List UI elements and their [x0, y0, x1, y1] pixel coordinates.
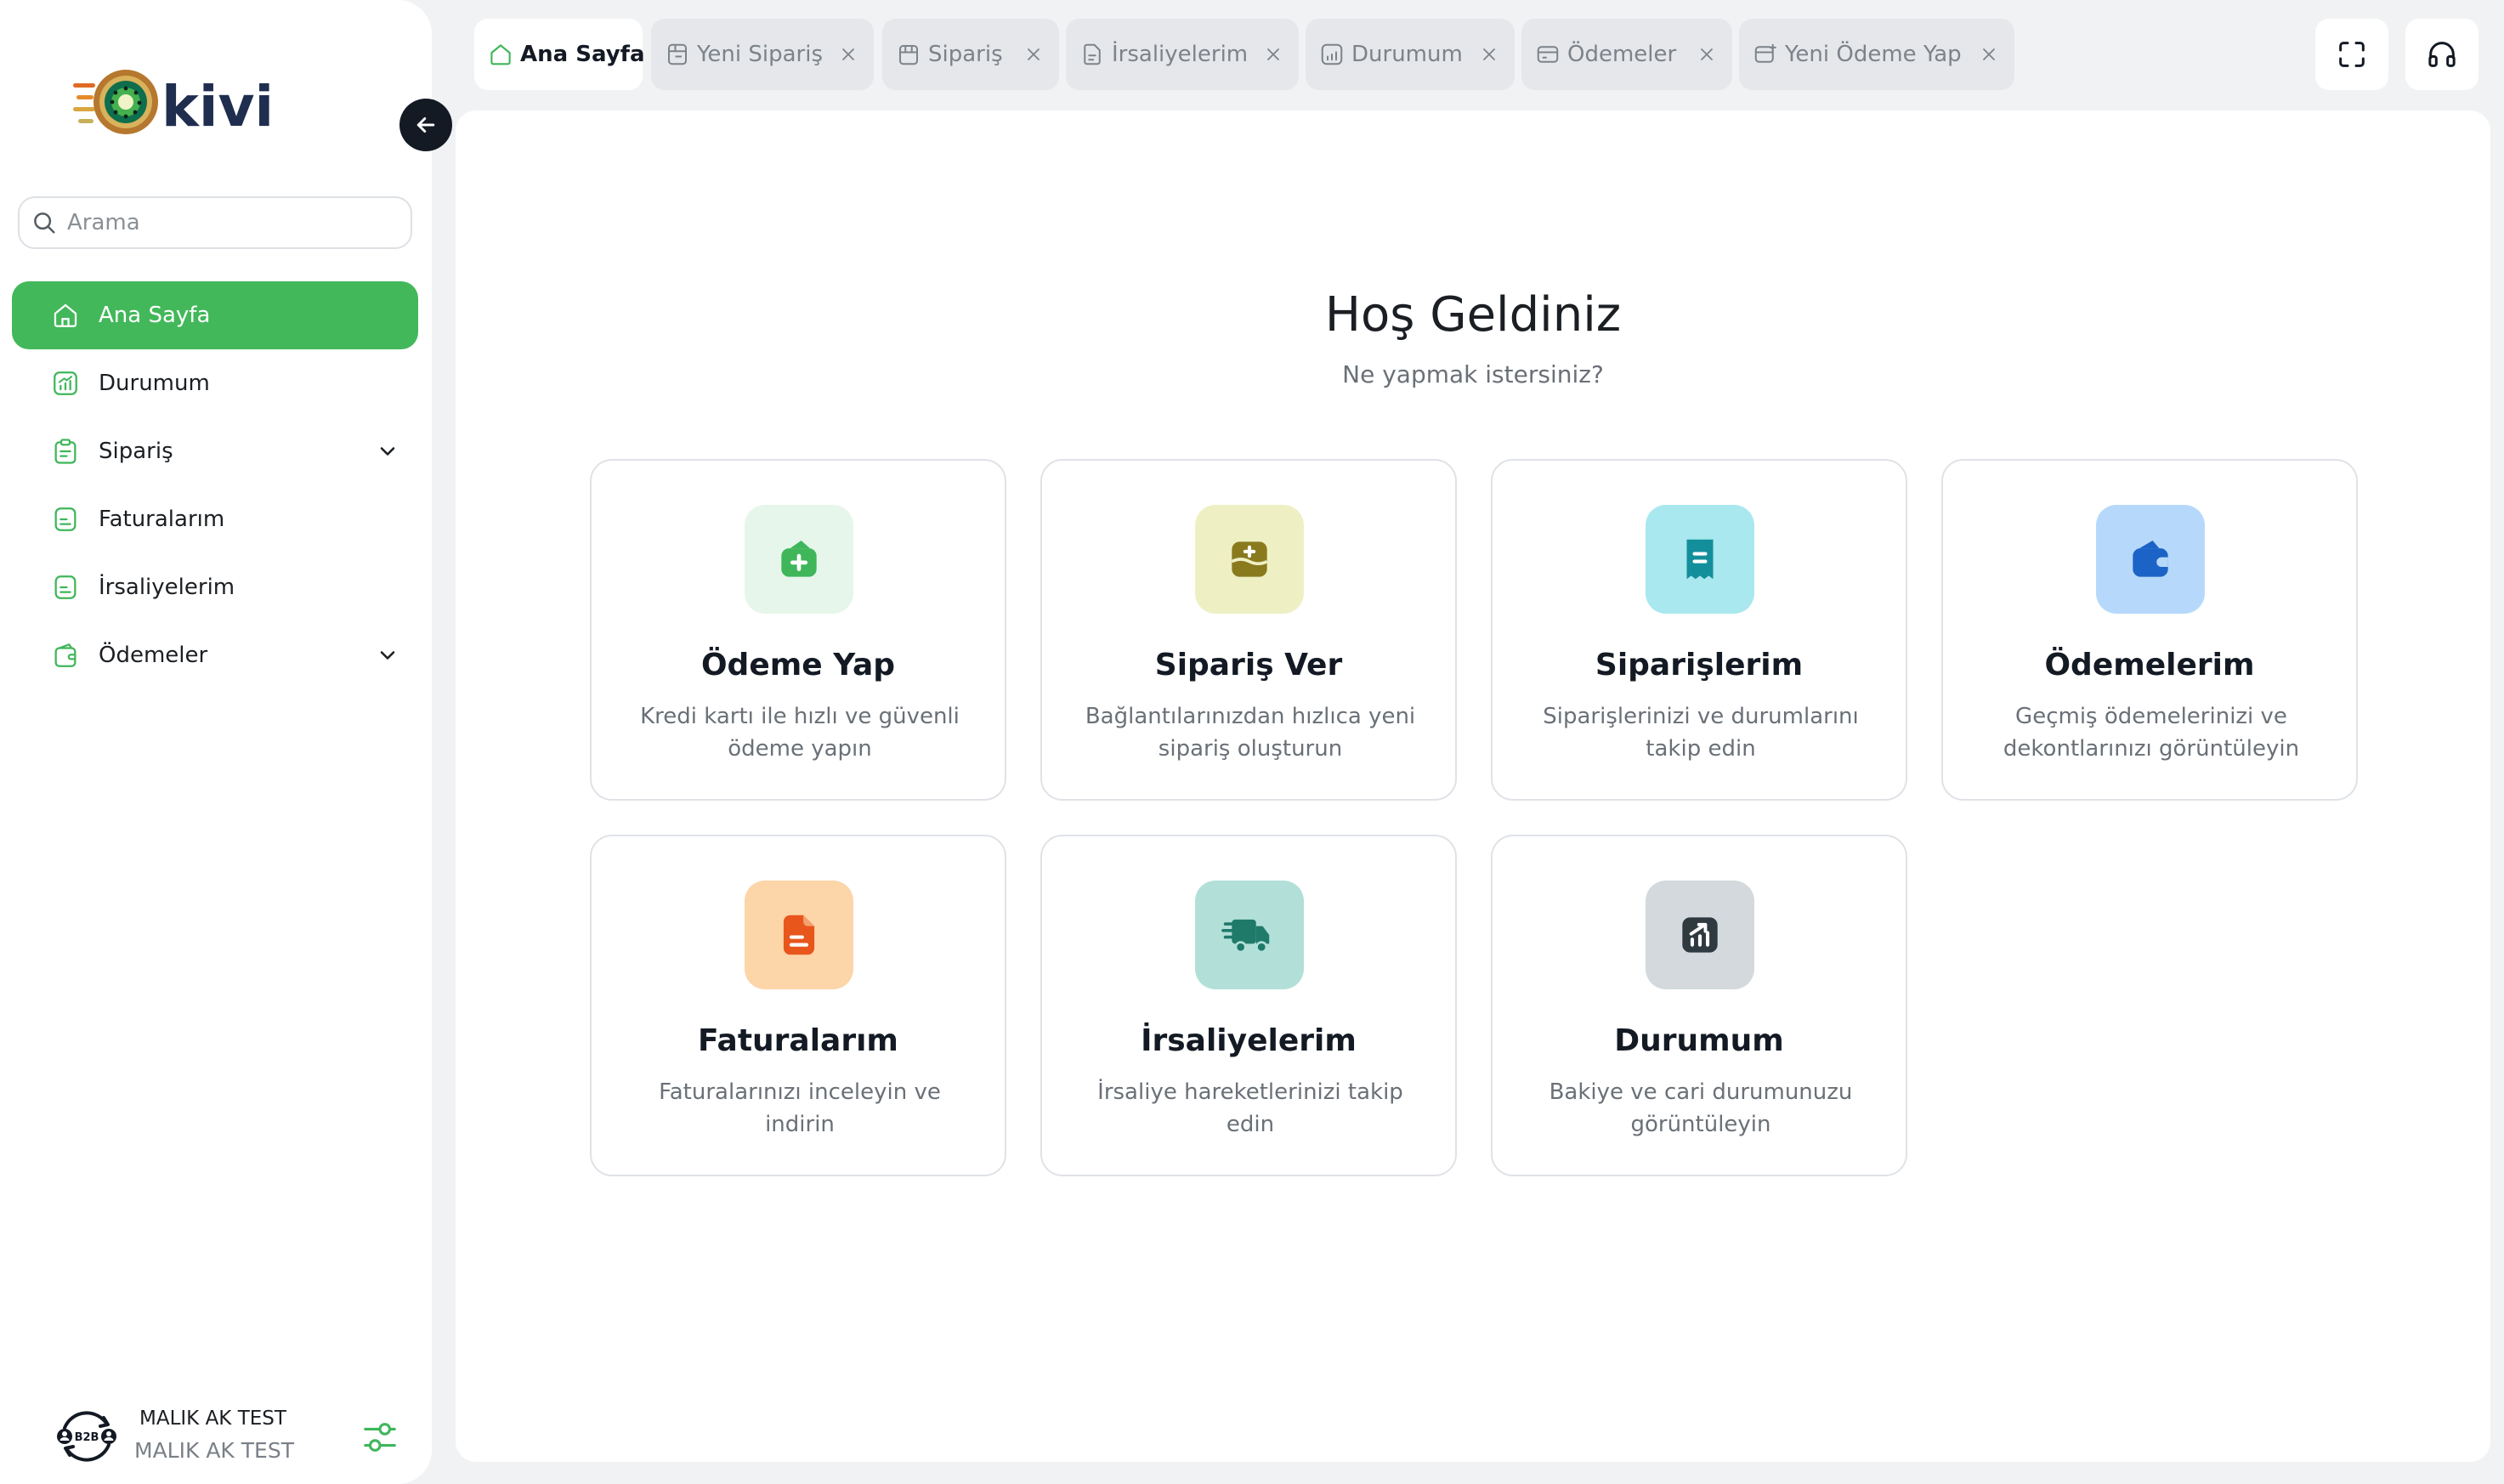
truck-icon — [1195, 881, 1304, 989]
sidebar: kivi Ana Sayfa Durumum Sipariş — [0, 0, 432, 1484]
chart-icon — [54, 371, 77, 395]
close-icon[interactable] — [1263, 44, 1283, 65]
card-odeme-yap[interactable]: Ödeme Yap Kredi kartı ile hızlı ve güven… — [590, 459, 1006, 801]
card-durumum[interactable]: Durumum Bakiye ve cari durumunuzu görünt… — [1491, 835, 1907, 1176]
card-title: Ödeme Yap — [700, 648, 896, 683]
card-siparis-ver[interactable]: Sipariş Ver Bağlantılarınızdan hızlıca y… — [1040, 459, 1457, 801]
sidebar-item-label: Faturalarım — [99, 507, 225, 532]
fullscreen-button[interactable] — [2315, 19, 2388, 90]
headphones-icon — [2428, 42, 2456, 67]
sidebar-item-siparis[interactable]: Sipariş — [12, 417, 418, 485]
card-title: Ödemelerim — [2044, 648, 2255, 683]
card-irsaliyelerim[interactable]: İrsaliyelerim İrsaliye hareketlerinizi t… — [1040, 835, 1457, 1176]
kivi-logo[interactable]: kivi — [73, 65, 277, 141]
support-button[interactable] — [2405, 19, 2479, 90]
sidebar-item-label: Durumum — [99, 371, 210, 396]
collapse-sidebar-button[interactable] — [399, 99, 452, 151]
search-input[interactable] — [65, 209, 411, 236]
logo-text: kivi — [161, 74, 274, 139]
settings-sliders-icon[interactable] — [360, 1418, 399, 1457]
close-icon[interactable] — [1479, 44, 1499, 65]
sidebar-item-faturalarim[interactable]: Faturalarım — [12, 485, 418, 553]
tab-ana-sayfa[interactable]: Ana Sayfa — [474, 19, 645, 90]
tab-durumum[interactable]: Durumum — [1306, 19, 1515, 90]
document-icon — [54, 575, 76, 599]
main-content: Hoş Geldiniz Ne yapmak istersiniz? Ödeme… — [456, 110, 2490, 1462]
tab-label: Ana Sayfa — [520, 42, 645, 67]
card-description: Kredi kartı ile hızlı ve güvenli ödeme y… — [640, 704, 960, 762]
sidebar-item-odemeler[interactable]: Ödemeler — [12, 621, 418, 689]
tab-label: Durumum — [1351, 42, 1463, 67]
sidebar-item-label: Ana Sayfa — [99, 303, 211, 328]
tab-label: Yeni Ödeme Yap — [1785, 42, 1962, 67]
user-company: MALIK AK TEST — [134, 1438, 294, 1463]
card-description: Bağlantılarınızdan hızlıca yeni sipariş … — [1085, 704, 1416, 762]
card-title: Faturalarım — [698, 1023, 898, 1058]
close-icon[interactable] — [1979, 44, 1999, 65]
chart-icon — [1321, 43, 1343, 65]
card-description: Faturalarınızı inceleyin ve indirin — [659, 1079, 941, 1137]
card-faturalarim[interactable]: Faturalarım Faturalarınızı inceleyin ve … — [590, 835, 1006, 1176]
tab-irsaliyelerim[interactable]: İrsaliyelerim — [1066, 19, 1299, 90]
close-icon[interactable] — [1697, 44, 1717, 65]
chart-icon — [1646, 881, 1754, 989]
sidebar-item-label: Ödemeler — [99, 643, 208, 668]
card-description: Siparişlerinizi ve durumlarını takip edi… — [1543, 704, 1859, 762]
chevron-down-icon[interactable] — [376, 643, 399, 667]
user-name: MALIK AK TEST — [139, 1408, 286, 1430]
wallet-icon — [54, 643, 76, 667]
sidebar-item-ana-sayfa[interactable]: Ana Sayfa — [12, 281, 418, 349]
tab-label: Yeni Sipariş — [697, 42, 824, 67]
card-odemelerim[interactable]: Ödemelerim Geçmiş ödemelerinizi ve dekon… — [1941, 459, 2358, 801]
tab-odemeler[interactable]: Ödemeler — [1521, 19, 1732, 90]
sidebar-item-durumum[interactable]: Durumum — [12, 349, 418, 417]
page-subtitle: Ne yapmak istersiniz? — [1342, 360, 1604, 388]
payment-add-icon — [1754, 43, 1776, 63]
user-profile: B2B MALIK AK TEST MALIK AK TEST — [48, 1397, 439, 1474]
tab-label: Ödemeler — [1567, 42, 1677, 67]
card-icon — [1537, 46, 1559, 63]
card-title: Siparişlerim — [1595, 648, 1804, 683]
wallet-icon — [2096, 505, 2205, 614]
document-icon — [54, 507, 76, 531]
fullscreen-icon — [2339, 42, 2365, 67]
arrow-left-icon — [416, 117, 435, 133]
close-icon[interactable] — [838, 44, 858, 65]
invoice-icon — [745, 881, 853, 989]
clipboard-icon — [54, 439, 76, 464]
wallet-add-icon — [745, 505, 853, 614]
page-title: Hoş Geldiniz — [1324, 287, 1622, 343]
chevron-down-icon[interactable] — [376, 439, 399, 463]
card-title: Sipariş Ver — [1154, 648, 1343, 683]
sidebar-item-label: Sipariş — [99, 439, 173, 464]
avatar-text: B2B — [75, 1431, 99, 1444]
tab-yeni-siparis[interactable]: Yeni Sipariş — [651, 19, 874, 90]
card-description: Bakiye ve cari durumunuzu görüntüleyin — [1549, 1079, 1853, 1137]
sidebar-item-label: İrsaliyelerim — [99, 575, 235, 600]
close-icon[interactable] — [1023, 44, 1044, 65]
search-icon — [34, 212, 55, 234]
card-description: Geçmiş ödemelerinizi ve dekontlarınızı g… — [2003, 704, 2300, 762]
tab-yeni-odeme-yap[interactable]: Yeni Ödeme Yap — [1739, 19, 2014, 90]
shop-icon — [899, 45, 918, 65]
tab-label: İrsaliyelerim — [1112, 42, 1249, 67]
card-title: İrsaliyelerim — [1141, 1023, 1357, 1058]
b2b-avatar-icon: B2B — [54, 1406, 119, 1467]
home-icon — [490, 44, 511, 65]
cart-icon — [668, 43, 687, 65]
card-description: İrsaliye hareketlerinizi takip edin — [1097, 1079, 1403, 1137]
box-add-icon — [1195, 505, 1304, 614]
receipt-icon — [1646, 505, 1754, 614]
document-icon — [1084, 43, 1101, 65]
card-title: Durumum — [1614, 1023, 1784, 1058]
card-siparislerim[interactable]: Siparişlerim Siparişlerinizi ve durumlar… — [1491, 459, 1907, 801]
home-icon — [54, 303, 77, 327]
search-box — [18, 196, 412, 249]
tab-label: Sipariş — [928, 42, 1003, 67]
tab-siparis[interactable]: Sipariş — [882, 19, 1059, 90]
sidebar-item-irsaliyelerim[interactable]: İrsaliyelerim — [12, 553, 418, 621]
